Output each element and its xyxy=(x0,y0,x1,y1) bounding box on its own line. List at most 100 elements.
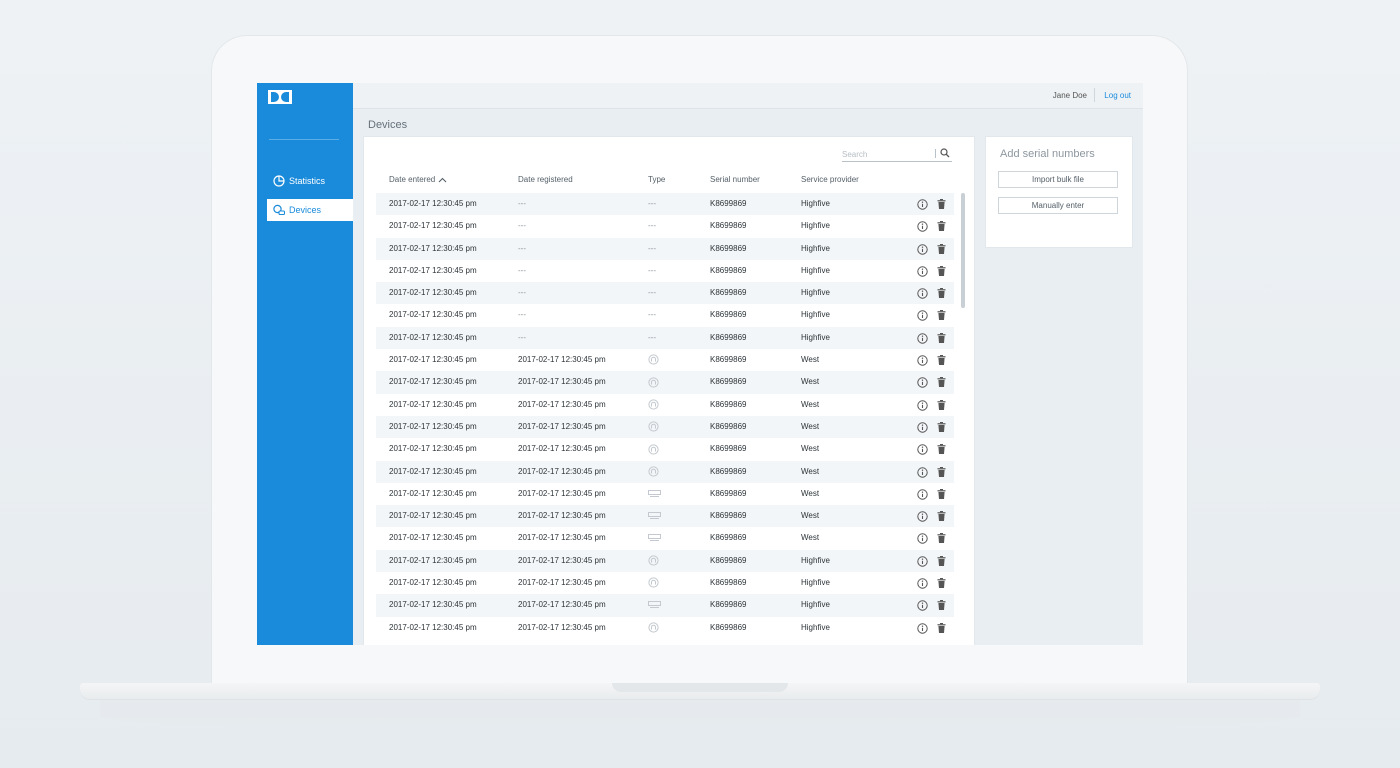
cell-serial-number: K8699869 xyxy=(710,600,747,610)
info-icon[interactable] xyxy=(917,243,928,255)
table-row[interactable]: 2017-02-17 12:30:45 pm --- --- K8699869 High… xyxy=(376,326,954,350)
cell-service-provider: West xyxy=(801,444,820,454)
table-row[interactable]: 2017-02-17 12:30:45 pm 2017-02-17 12:30:4… xyxy=(376,594,954,617)
cell-service-provider: Highfive xyxy=(801,332,830,342)
app-screen: Statistics Devices Jane Doe Log out Devi… xyxy=(257,83,1143,645)
table-row[interactable]: 2017-02-17 12:30:45 pm --- --- K8699869 High… xyxy=(376,237,954,260)
sidebar-item-devices[interactable]: Devices xyxy=(267,199,353,221)
info-icon[interactable] xyxy=(917,288,928,299)
sidebar-item-statistics[interactable]: Statistics xyxy=(267,170,353,192)
cell-serial-number: K8699869 xyxy=(710,511,747,521)
cell-date-entered: 2017-02-17 12:30:45 pm xyxy=(389,199,477,208)
table-row[interactable]: 2017-02-17 12:30:45 pm 2017-02-17 12:30:4… xyxy=(376,371,954,394)
cell-serial-number: K8699869 xyxy=(710,622,747,632)
trash-icon[interactable] xyxy=(937,622,946,633)
info-icon[interactable] xyxy=(917,377,928,389)
cell-serial-number: K8699869 xyxy=(710,332,747,342)
search-input[interactable] xyxy=(842,147,932,161)
table-row[interactable]: 2017-02-17 12:30:45 pm 2017-02-17 12:30:4… xyxy=(376,349,954,371)
trash-icon[interactable] xyxy=(937,310,946,321)
table-row[interactable]: 2017-02-17 12:30:45 pm 2017-02-17 12:30:4… xyxy=(376,394,954,416)
cell-date-registered: 2017-02-17 12:30:45 pm xyxy=(518,466,606,476)
trash-icon[interactable] xyxy=(937,578,946,589)
info-icon[interactable] xyxy=(917,266,928,277)
scrollbar[interactable] xyxy=(961,193,965,308)
table-row[interactable]: 2017-02-17 12:30:45 pm 2017-02-17 12:30:4… xyxy=(376,617,954,639)
info-icon[interactable] xyxy=(917,221,928,232)
cell-date-registered: 2017-02-17 12:30:45 pm xyxy=(518,555,606,565)
trash-icon[interactable] xyxy=(937,444,946,455)
trash-icon[interactable] xyxy=(937,221,946,232)
cell-service-provider: Highfive xyxy=(801,243,830,253)
cell-serial-number: K8699869 xyxy=(710,578,747,588)
sidebar-divider xyxy=(269,139,339,140)
table-row[interactable]: 2017-02-17 12:30:45 pm 2017-02-17 12:30:4… xyxy=(376,549,954,573)
info-icon[interactable] xyxy=(917,310,928,322)
info-icon[interactable] xyxy=(917,422,928,433)
import-bulk-file-button[interactable]: Import bulk file xyxy=(998,171,1118,188)
table-row[interactable]: 2017-02-17 12:30:45 pm 2017-02-17 12:30:4… xyxy=(376,415,954,439)
column-header-type[interactable]: Type xyxy=(648,175,665,184)
search-icon[interactable] xyxy=(940,148,950,158)
column-header-serial-number[interactable]: Serial number xyxy=(710,175,760,184)
cell-service-provider: West xyxy=(801,466,820,476)
info-icon[interactable] xyxy=(917,578,928,589)
cell-type: --- xyxy=(648,221,656,231)
cell-service-provider: West xyxy=(801,533,820,543)
trash-icon[interactable] xyxy=(937,199,946,209)
trash-icon[interactable] xyxy=(937,355,946,366)
trash-icon[interactable] xyxy=(937,377,946,388)
cell-date-entered: 2017-02-17 12:30:45 pm xyxy=(389,221,477,231)
table-row[interactable]: 2017-02-17 12:30:45 pm 2017-02-17 12:30:4… xyxy=(376,527,954,549)
cell-service-provider: Highfive xyxy=(801,310,830,320)
cell-service-provider: West xyxy=(801,399,820,409)
table-row[interactable]: 2017-02-17 12:30:45 pm 2017-02-17 12:30:4… xyxy=(376,572,954,594)
info-icon[interactable] xyxy=(917,444,928,455)
info-icon[interactable] xyxy=(917,466,928,478)
trash-icon[interactable] xyxy=(937,555,946,566)
trash-icon[interactable] xyxy=(937,511,946,522)
info-icon[interactable] xyxy=(917,622,928,634)
logout-link[interactable]: Log out xyxy=(1104,91,1131,100)
manually-enter-button[interactable]: Manually enter xyxy=(998,197,1118,214)
column-header-label: Date entered xyxy=(389,175,436,184)
table-row[interactable]: 2017-02-17 12:30:45 pm --- --- K8699869 High… xyxy=(376,260,954,282)
info-icon[interactable] xyxy=(917,556,928,567)
table-row[interactable]: 2017-02-17 12:30:45 pm --- --- K8699869 High… xyxy=(376,215,954,237)
table-row[interactable]: 2017-02-17 12:30:45 pm 2017-02-17 12:30:4… xyxy=(376,438,954,460)
info-icon[interactable] xyxy=(917,511,928,522)
trash-icon[interactable] xyxy=(937,533,946,544)
info-icon[interactable] xyxy=(917,533,928,545)
table-row[interactable]: 2017-02-17 12:30:45 pm --- --- K8699869 High… xyxy=(376,282,954,305)
column-header-date-registered[interactable]: Date registered xyxy=(518,175,573,184)
table-row[interactable]: 2017-02-17 12:30:45 pm --- --- K8699869 High… xyxy=(376,193,954,216)
cell-service-provider: Highfive xyxy=(801,265,830,275)
trash-icon[interactable] xyxy=(937,466,946,477)
trash-icon[interactable] xyxy=(937,399,946,410)
bar-device-icon xyxy=(648,527,661,549)
page-title: Devices xyxy=(368,119,408,131)
column-header-date-entered[interactable]: Date entered xyxy=(389,175,447,184)
trash-icon[interactable] xyxy=(937,488,946,499)
trash-icon[interactable] xyxy=(937,421,946,432)
column-header-service-provider[interactable]: Service provider xyxy=(801,175,859,184)
table-row[interactable]: 2017-02-17 12:30:45 pm 2017-02-17 12:30:4… xyxy=(376,483,954,505)
trash-icon[interactable] xyxy=(937,243,946,254)
trash-icon[interactable] xyxy=(937,600,946,611)
info-icon[interactable] xyxy=(917,333,928,344)
cell-date-entered: 2017-02-17 12:30:45 pm xyxy=(389,355,477,365)
trash-icon[interactable] xyxy=(937,332,946,343)
table-row[interactable]: 2017-02-17 12:30:45 pm 2017-02-17 12:30:4… xyxy=(376,460,954,483)
table-row[interactable]: 2017-02-17 12:30:45 pm 2017-02-17 12:30:4… xyxy=(376,505,954,528)
info-icon[interactable] xyxy=(917,489,928,500)
trash-icon[interactable] xyxy=(937,288,946,299)
trash-icon[interactable] xyxy=(937,265,946,276)
info-icon[interactable] xyxy=(917,399,928,411)
cell-date-registered: --- xyxy=(518,265,526,275)
info-icon[interactable] xyxy=(917,199,928,210)
table-row[interactable]: 2017-02-17 12:30:45 pm --- --- K8699869 High… xyxy=(376,304,954,326)
info-icon[interactable] xyxy=(917,355,928,366)
add-serial-panel: Add serial numbers Import bulk file Manu… xyxy=(985,136,1133,248)
info-icon[interactable] xyxy=(917,600,928,612)
cell-serial-number: K8699869 xyxy=(710,243,747,253)
